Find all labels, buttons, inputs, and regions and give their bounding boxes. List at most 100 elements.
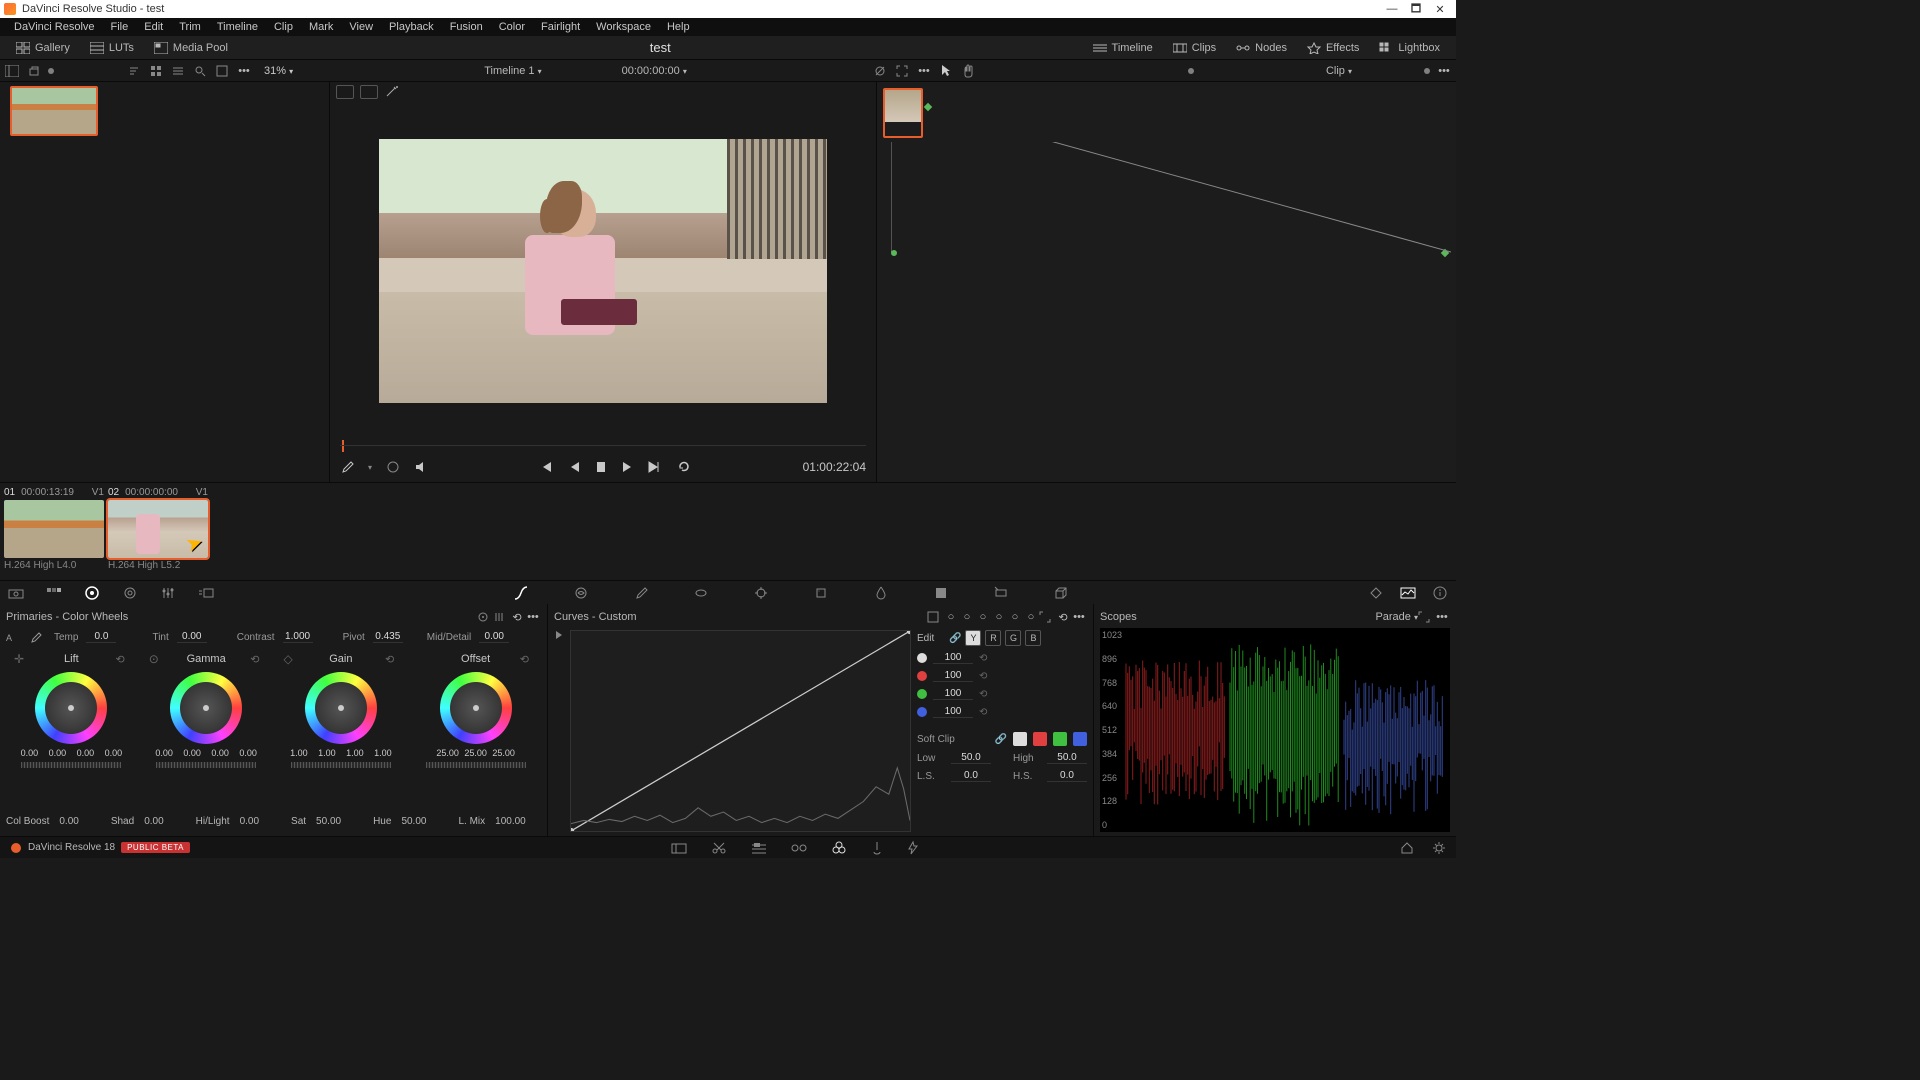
clip-01[interactable]: 0100:00:13:19V1 H.264 High L4.0: [4, 485, 104, 578]
menu-playback[interactable]: Playback: [381, 21, 442, 33]
gamma-values[interactable]: 0.000.000.000.00: [152, 748, 260, 758]
tab-fairlight[interactable]: [870, 840, 884, 856]
grab-still-icon[interactable]: [26, 63, 42, 79]
mediapool-toggle[interactable]: Media Pool: [146, 40, 236, 56]
curves-dot2[interactable]: ○: [959, 611, 975, 623]
viewer-canvas[interactable]: [330, 102, 876, 440]
mute-icon[interactable]: [414, 460, 430, 474]
sat-value[interactable]: 50.00: [316, 816, 341, 827]
hilight-value[interactable]: 0.00: [240, 816, 259, 827]
clip-02[interactable]: 0200:00:00:00V1 H.264 High L5.2: [108, 485, 208, 578]
gamma-wheel[interactable]: [170, 672, 242, 744]
menu-help[interactable]: Help: [659, 21, 698, 33]
softclip-w[interactable]: [1013, 732, 1027, 746]
scopes-settings-icon[interactable]: •••: [1434, 611, 1450, 623]
gamma-picker-icon[interactable]: ⊙: [149, 652, 159, 666]
menu-color[interactable]: Color: [491, 21, 533, 33]
intensity-w-reset[interactable]: ⟲: [979, 653, 987, 664]
offset-master[interactable]: [426, 762, 526, 768]
tab-color[interactable]: [830, 840, 848, 856]
curves-dot1[interactable]: ○: [943, 611, 959, 623]
awb-icon[interactable]: A: [6, 631, 22, 643]
lift-master[interactable]: [21, 762, 121, 768]
timeline-toggle[interactable]: Timeline: [1085, 40, 1161, 56]
minimize-button[interactable]: —: [1380, 3, 1404, 15]
menu-view[interactable]: View: [341, 21, 381, 33]
scopes-expand-icon[interactable]: [1418, 611, 1434, 623]
more-primaries-icon[interactable]: •••: [525, 611, 541, 623]
wheel-mode-icon[interactable]: [493, 611, 509, 623]
intensity-r[interactable]: 100: [933, 670, 973, 682]
tracker-icon[interactable]: [751, 583, 771, 603]
primaries-icon[interactable]: [82, 583, 102, 603]
menu-file[interactable]: File: [103, 21, 137, 33]
menu-mark[interactable]: Mark: [301, 21, 341, 33]
tab-edit[interactable]: [750, 841, 768, 855]
softclip-hs[interactable]: 0.0: [1047, 770, 1087, 782]
bypass-icon[interactable]: [872, 63, 888, 79]
lift-wheel[interactable]: [35, 672, 107, 744]
softclip-ls[interactable]: 0.0: [951, 770, 991, 782]
luts-toggle[interactable]: LUTs: [82, 40, 142, 56]
magic-wand-icon[interactable]: [384, 85, 400, 99]
blur-icon[interactable]: [871, 583, 891, 603]
softclip-link-icon[interactable]: 🔗: [995, 734, 1007, 745]
shad-value[interactable]: 0.00: [144, 816, 163, 827]
tab-deliver[interactable]: [906, 840, 920, 856]
menu-timeline[interactable]: Timeline: [209, 21, 266, 33]
menu-fusion[interactable]: Fusion: [442, 21, 491, 33]
arrow-tool-icon[interactable]: [938, 63, 954, 79]
lmix-value[interactable]: 100.00: [495, 816, 526, 827]
intensity-g[interactable]: 100: [933, 688, 973, 700]
softclip-low[interactable]: 50.0: [951, 752, 991, 764]
info-icon[interactable]: [1430, 583, 1450, 603]
3d-icon[interactable]: [1051, 583, 1071, 603]
lift-picker-icon[interactable]: ✛: [14, 652, 24, 666]
prev-frame-icon[interactable]: [569, 460, 581, 474]
expand-icon[interactable]: [214, 63, 230, 79]
scopes-mode[interactable]: Parade ▾: [1375, 611, 1418, 623]
key-icon[interactable]: [931, 583, 951, 603]
scopes-icon[interactable]: [1398, 583, 1418, 603]
eyedropper-icon[interactable]: [340, 460, 354, 474]
auto-balance-icon[interactable]: [477, 611, 493, 623]
record-timecode[interactable]: 00:00:00:00 ▾: [622, 65, 687, 77]
sizing-icon[interactable]: [991, 583, 1011, 603]
curves-reset-icon[interactable]: ⟲: [1055, 611, 1071, 624]
gain-master[interactable]: [291, 762, 391, 768]
menu-trim[interactable]: Trim: [171, 21, 209, 33]
intensity-w[interactable]: 100: [933, 652, 973, 664]
clips-toggle[interactable]: Clips: [1165, 40, 1224, 56]
list-view-icon[interactable]: [170, 63, 186, 79]
pivot-value[interactable]: 0.435: [373, 631, 403, 643]
temp-value[interactable]: 0.0: [86, 631, 116, 643]
more-icon[interactable]: •••: [236, 63, 252, 79]
effects-toggle[interactable]: Effects: [1299, 40, 1367, 56]
hue-value[interactable]: 50.00: [401, 816, 426, 827]
intensity-g-reset[interactable]: ⟲: [979, 689, 987, 700]
thumb-view-icon[interactable]: [148, 63, 164, 79]
hand-tool-icon[interactable]: [960, 63, 976, 79]
curves-mode1-icon[interactable]: [927, 611, 943, 623]
channel-b[interactable]: B: [1025, 630, 1041, 646]
offset-wheel[interactable]: [440, 672, 512, 744]
reset-primaries-icon[interactable]: ⟲: [509, 611, 525, 624]
gallery-still[interactable]: 1.1.1: [10, 86, 98, 136]
curves-more-icon[interactable]: •••: [1071, 611, 1087, 623]
zoom-percent[interactable]: 31% ▾: [258, 65, 299, 77]
sort-icon[interactable]: [126, 63, 142, 79]
camera-raw-icon[interactable]: [6, 583, 26, 603]
color-match-icon[interactable]: [44, 583, 64, 603]
softclip-r[interactable]: [1033, 732, 1047, 746]
viewer-scrubber[interactable]: [340, 440, 866, 452]
offset-reset-icon[interactable]: ⟲: [520, 653, 529, 666]
softclip-high[interactable]: 50.0: [1047, 752, 1087, 764]
qualifier-icon[interactable]: [631, 583, 651, 603]
lift-values[interactable]: 0.000.000.000.00: [17, 748, 125, 758]
menu-workspace[interactable]: Workspace: [588, 21, 659, 33]
warper-icon[interactable]: [571, 583, 591, 603]
stop-icon[interactable]: [595, 460, 607, 474]
wb-picker-icon[interactable]: [30, 631, 46, 643]
curves-dot6[interactable]: ○: [1023, 611, 1039, 623]
viewer-mode-2[interactable]: [360, 85, 378, 99]
